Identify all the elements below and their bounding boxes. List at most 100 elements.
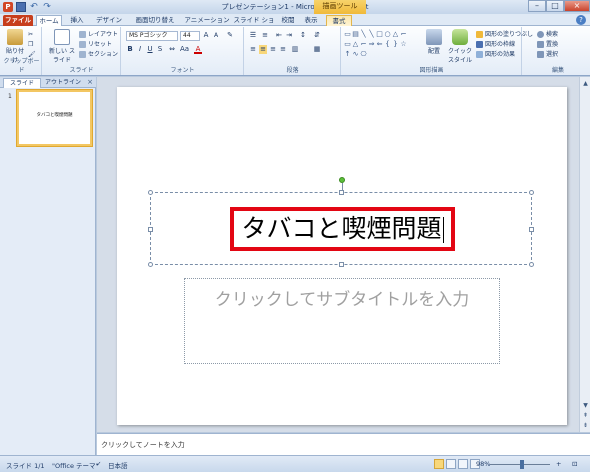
tab-home[interactable]: ホーム [36,15,62,26]
cut-icon[interactable]: ✂ [28,30,33,39]
clear-format-icon[interactable]: ✎ [226,31,234,40]
increase-indent-icon[interactable]: ⇥ [285,31,293,40]
tab-file[interactable]: ファイル [3,15,33,26]
slide-sorter-view-icon[interactable] [446,459,456,469]
rect3-shape-icon[interactable]: ▭ [344,40,351,49]
tab-slideshow[interactable]: スライド ショー [232,15,276,35]
scroll-up-icon[interactable]: ▲ [581,79,590,88]
minimize-button[interactable]: – [528,0,546,12]
layout-button[interactable]: レイアウト [79,30,118,39]
italic-button[interactable]: I [136,45,144,54]
tab-view[interactable]: 表示 [301,15,321,26]
align-right-icon[interactable]: ≡ [269,45,277,54]
bracket-shape-icon[interactable]: ⌐ [400,30,407,39]
normal-view-icon[interactable] [434,459,444,469]
arrow-shape-icon[interactable]: ⇒ [368,40,375,49]
tab-animations[interactable]: アニメーション [183,15,231,26]
rectangle-shape-icon[interactable]: ▭ [344,30,351,39]
zoom-in-icon[interactable]: + [556,460,561,468]
rotation-handle[interactable] [339,177,345,183]
resize-handle-s[interactable] [339,262,344,267]
resize-handle-se[interactable] [529,262,534,267]
line-spacing-icon[interactable]: ↕ [299,31,307,40]
next-slide-icon[interactable]: ⇟ [581,421,590,430]
rect2-shape-icon[interactable]: □ [376,30,383,39]
shape-effects-button[interactable]: 図形の効果 [476,50,515,59]
tab-insert[interactable]: 挿入 [66,15,88,26]
text-direction-icon[interactable]: ⇵ [313,31,321,40]
shrink-font-button[interactable]: A [212,31,220,40]
zoom-level[interactable]: 98% [476,460,490,468]
tab-outline-pane[interactable]: アウトライン [42,78,84,88]
arrange-button[interactable]: 配置 [422,29,446,63]
tab-transitions[interactable]: 画面切り替え [130,15,180,26]
bold-button[interactable]: B [126,45,134,54]
align-left-icon[interactable]: ≡ [249,45,257,54]
slide-title[interactable]: タバコと喫煙問題 [234,213,451,245]
resize-handle-ne[interactable] [529,190,534,195]
grow-font-button[interactable]: A [202,31,210,40]
select-button[interactable]: 選択 [537,50,558,59]
arrow2-shape-icon[interactable]: ⇐ [376,40,383,49]
justify-icon[interactable]: ≡ [279,45,287,54]
shapes-gallery[interactable]: ▭ ▤ ╲ ╲ □ ○ △ ⌐ ▭ △ ⌐ ⇒ ⇐ { } ☆ ↑ ∿ ⎔ [344,30,406,60]
spacing-icon[interactable]: ⇔ [168,45,176,54]
star-shape-icon[interactable]: ☆ [400,40,407,49]
slide[interactable]: タバコと喫煙問題 クリックしてサブタイトルを入力 [117,87,567,425]
numbering-icon[interactable]: ≡ [261,31,269,40]
font-size-combo[interactable]: 44 [180,31,200,41]
vertical-scrollbar[interactable]: ▲ ▼ ⇞ ⇟ [579,77,590,432]
reading-view-icon[interactable] [458,459,468,469]
corner-shape-icon[interactable]: ⌐ [360,40,367,49]
new-slide-button[interactable]: 新しい スライド [48,29,76,64]
arrow3-shape-icon[interactable]: ↑ [344,50,351,59]
close-pane-icon[interactable]: × [87,78,93,86]
slide-thumbnail[interactable]: タバコと喫煙問題 [17,90,92,146]
copy-icon[interactable]: ❐ [28,40,33,49]
title-placeholder[interactable]: タバコと喫煙問題 [148,177,534,267]
prev-slide-icon[interactable]: ⇞ [581,411,590,420]
triangle-shape-icon[interactable]: △ [392,30,399,39]
fit-to-window-icon[interactable]: ⊡ [572,460,577,468]
replace-button[interactable]: 置換 [537,40,558,49]
brace-shape-icon[interactable]: { [384,40,391,49]
shape-fill-button[interactable]: 図形の塗りつぶし [476,30,533,39]
change-case-icon[interactable]: Aa [180,45,189,54]
align-center-icon[interactable]: ≡ [259,45,267,54]
callout-shape-icon[interactable]: ⎔ [360,50,367,59]
maximize-button[interactable]: □ [546,0,564,12]
resize-handle-n[interactable] [339,190,344,195]
line2-shape-icon[interactable]: ╲ [368,30,375,39]
subtitle-placeholder[interactable]: クリックしてサブタイトルを入力 [184,278,500,364]
bullets-icon[interactable]: ☰ [249,31,257,40]
brace2-shape-icon[interactable]: } [392,40,399,49]
tab-design[interactable]: デザイン [92,15,126,26]
resize-handle-sw[interactable] [148,262,153,267]
quick-styles-button[interactable]: クイック スタイル [448,29,472,64]
underline-button[interactable]: U [146,45,154,54]
resize-handle-w[interactable] [148,227,153,232]
reset-button[interactable]: リセット [79,40,112,49]
resize-handle-nw[interactable] [148,190,153,195]
curve-shape-icon[interactable]: ∿ [352,50,359,59]
decrease-indent-icon[interactable]: ⇤ [275,31,283,40]
scroll-down-icon[interactable]: ▼ [581,401,590,410]
notes-pane[interactable]: クリックしてノートを入力 [97,433,590,455]
find-button[interactable]: 検索 [537,30,558,39]
line-shape-icon[interactable]: ╲ [360,30,367,39]
triangle2-shape-icon[interactable]: △ [352,40,359,49]
section-button[interactable]: セクション [79,50,118,59]
spell-check-icon[interactable]: ✓ [96,460,101,468]
tab-review[interactable]: 校閲 [278,15,298,26]
help-icon[interactable]: ? [576,15,586,25]
zoom-slider-thumb[interactable] [520,460,524,469]
tab-format[interactable]: 書式 [326,15,352,26]
resize-handle-e[interactable] [529,227,534,232]
close-button[interactable]: × [564,0,590,12]
shape-outline-button[interactable]: 図形の枠線 [476,40,515,49]
strikethrough-button[interactable]: S [156,45,164,54]
smartart-icon[interactable]: ▦ [313,45,321,54]
language-status[interactable]: 日本語 [108,460,128,470]
oval-shape-icon[interactable]: ○ [384,30,391,39]
textbox-shape-icon[interactable]: ▤ [352,30,359,39]
